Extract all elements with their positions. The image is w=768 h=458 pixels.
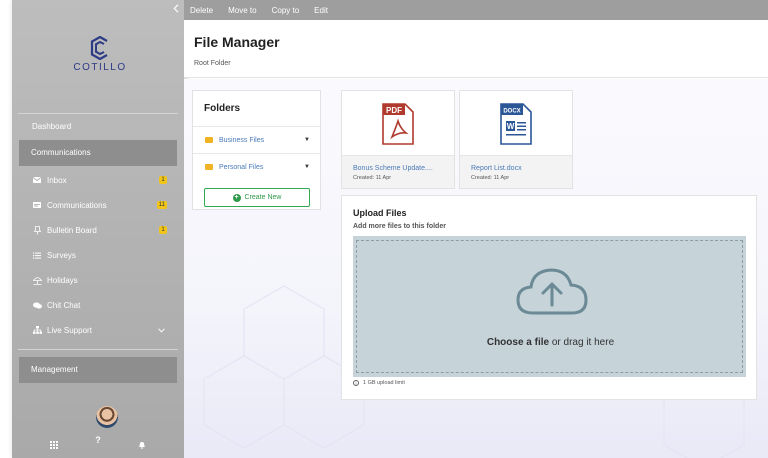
cotillo-logo-icon <box>90 36 108 60</box>
collapse-sidebar-icon[interactable] <box>173 4 179 16</box>
avatar[interactable] <box>96 406 118 428</box>
file-card-docx[interactable]: DOCX W Report List.docx Created: 11 Apr <box>459 90 573 189</box>
pdf-file-icon: PDF <box>382 103 414 145</box>
folder-label: Business Files <box>219 136 265 144</box>
drag-hint: or drag it here <box>549 337 615 348</box>
unread-badge: 1 <box>159 226 167 234</box>
toolbar: Delete Move to Copy to Edit <box>184 0 768 20</box>
sidebar-footer: ? <box>12 436 184 454</box>
info-icon: i <box>353 380 359 386</box>
docx-file-icon: DOCX W <box>500 103 532 145</box>
sidebar-item-label: Communications <box>47 200 107 210</box>
envelope-icon <box>32 175 42 185</box>
caret-down-icon[interactable]: ▼ <box>304 137 310 143</box>
upload-limit: i 1 GB upload limit <box>353 380 405 386</box>
file-info: Report List.docx Created: 11 Apr <box>460 155 572 188</box>
plus-circle-icon: + <box>232 193 241 202</box>
file-info: Bonus Scheme Update.... Created: 11 Apr <box>342 155 454 188</box>
sidebar-item-label: Bulletin Board <box>47 225 97 235</box>
upload-title: Upload Files <box>353 208 407 218</box>
unread-badge: 11 <box>156 201 167 209</box>
folder-icon <box>205 164 213 170</box>
sidebar-item-label: Inbox <box>47 175 67 185</box>
file-dropzone[interactable]: Choose a file or drag it here <box>353 236 746 377</box>
create-new-button[interactable]: + Create New <box>204 188 310 207</box>
pin-icon <box>32 225 42 235</box>
page-title: File Manager <box>194 34 280 50</box>
breadcrumb[interactable]: Root Folder <box>194 60 231 67</box>
file-date: Created: 11 Apr <box>353 175 392 181</box>
message-icon <box>32 200 42 210</box>
bell-icon[interactable] <box>138 436 146 454</box>
unread-badge: 1 <box>159 176 167 184</box>
file-card-pdf[interactable]: PDF Bonus Scheme Update.... Created: 11 … <box>341 90 455 189</box>
create-new-label: Create New <box>244 194 282 201</box>
sidebar: COTILLO Dashboard Communications Inbox 1… <box>12 0 184 458</box>
sidebar-item-surveys[interactable]: Surveys <box>32 247 177 263</box>
folders-title: Folders <box>204 103 241 114</box>
dropzone-border: Choose a file or drag it here <box>356 240 743 373</box>
sidebar-item-dashboard[interactable]: Dashboard <box>32 122 71 131</box>
upload-subtitle: Add more files to this folder <box>353 223 446 230</box>
upload-limit-text: 1 GB upload limit <box>363 380 405 386</box>
upload-panel: Upload Files Add more files to this fold… <box>341 195 757 400</box>
cloud-upload-icon <box>516 268 588 315</box>
folder-item-personal-files[interactable]: Personal Files ▼ <box>193 153 320 180</box>
file-type-label: DOCX <box>503 109 520 115</box>
file-name-link[interactable]: Bonus Scheme Update.... <box>353 165 454 172</box>
sidebar-section-communications[interactable]: Communications <box>19 140 177 166</box>
sidebar-item-live-support[interactable]: Live Support <box>32 322 177 338</box>
grid-icon[interactable] <box>50 436 59 454</box>
folder-item-business-files[interactable]: Business Files ▼ <box>193 126 320 153</box>
sidebar-item-bulletin-board[interactable]: Bulletin Board 1 <box>32 222 177 238</box>
file-date: Created: 11 Apr <box>471 175 510 181</box>
folder-icon <box>205 137 213 143</box>
list-icon <box>32 250 42 260</box>
sidebar-item-communications[interactable]: Communications 11 <box>32 197 177 213</box>
svg-text:W: W <box>507 122 515 131</box>
sidebar-item-label: Live Support <box>47 325 92 335</box>
file-type-label: PDF <box>386 106 402 115</box>
folders-panel: Folders Business Files ▼ Personal Files … <box>192 90 321 210</box>
org-icon <box>32 325 42 335</box>
divider <box>18 113 178 114</box>
page-header: File Manager Root Folder <box>184 20 768 78</box>
chat-icon <box>32 300 42 310</box>
file-thumbnail: PDF <box>342 91 454 155</box>
sidebar-section-management[interactable]: Management <box>19 357 177 383</box>
logo[interactable]: COTILLO <box>70 36 130 73</box>
delete-button[interactable]: Delete <box>190 6 213 15</box>
sidebar-item-label: Holidays <box>47 275 78 285</box>
sidebar-item-inbox[interactable]: Inbox 1 <box>32 172 177 188</box>
chevron-down-icon[interactable] <box>158 326 165 335</box>
sidebar-item-chit-chat[interactable]: Chit Chat <box>32 297 177 313</box>
logo-text: COTILLO <box>73 62 127 73</box>
divider <box>18 349 178 350</box>
umbrella-icon <box>32 275 42 285</box>
edit-button[interactable]: Edit <box>314 6 328 15</box>
file-name-link[interactable]: Report List.docx <box>471 165 572 172</box>
copy-to-button[interactable]: Copy to <box>272 6 300 15</box>
caret-down-icon[interactable]: ▼ <box>304 164 310 170</box>
folder-label: Personal Files <box>219 163 264 171</box>
sidebar-item-holidays[interactable]: Holidays <box>32 272 177 288</box>
sidebar-item-label: Surveys <box>47 250 76 260</box>
choose-file-link[interactable]: Choose a file <box>487 337 549 348</box>
help-icon[interactable]: ? <box>95 436 101 454</box>
sidebar-item-label: Chit Chat <box>47 300 81 310</box>
move-to-button[interactable]: Move to <box>228 6 256 15</box>
dropzone-text: Choose a file or drag it here <box>357 337 744 348</box>
file-thumbnail: DOCX W <box>460 91 572 155</box>
